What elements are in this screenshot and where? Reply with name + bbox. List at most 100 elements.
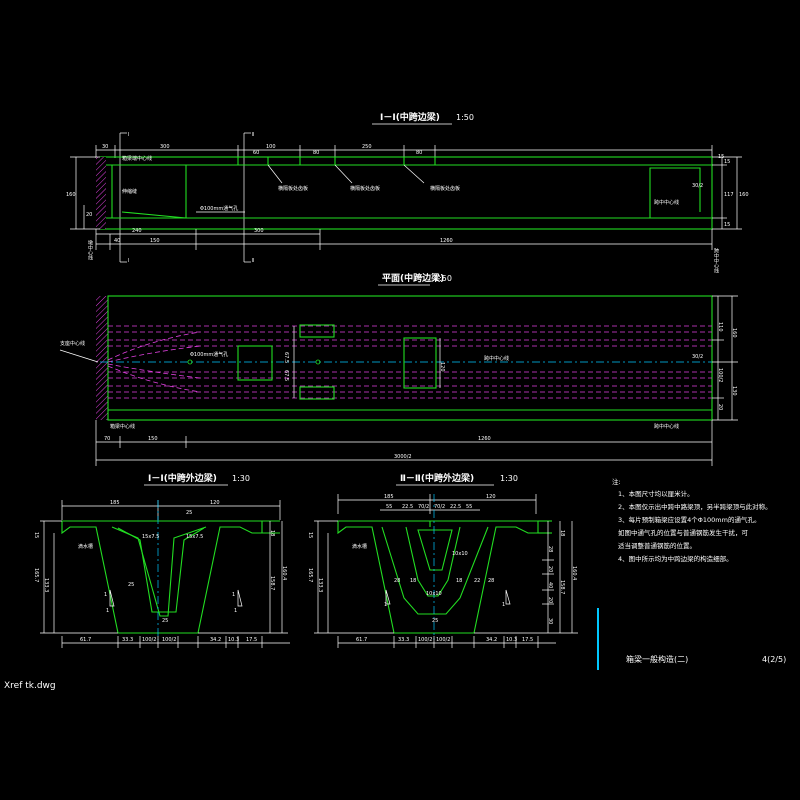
sec2-bottom-dim-0: 61.7 [356,637,367,643]
note-item-5: 适当调整普通钢筋的位置。 [618,541,696,550]
sec2-right-dim-1: 158.7 [559,580,565,594]
sec2-top-dim-1: 120 [486,494,496,500]
sec2-right-dim-0: 18 [559,530,565,536]
elevation-beam-outline [99,156,713,230]
plan-label-center: 跨中中心线 [484,355,509,362]
sec2-top-dim-5: 70/2 [434,504,445,510]
plan-label-end-left: 箱梁中心线 [110,423,135,430]
elevation-view: Ⅰ－Ⅰ(中跨边梁) 1:50 30 300 100 60 80 250 80 1… [66,111,749,273]
sec1-right-dim-1: 158.7 [269,576,275,590]
note-item-3: 3、每片预制箱梁应设置4个Φ100mm的通气孔。 [618,515,760,524]
plan-bottom-dim-2: 1260 [478,436,491,442]
section1-scale: 1:30 [232,474,250,483]
plan-end-hatch [96,296,108,420]
elevation-title: Ⅰ－Ⅰ(中跨边梁) [380,111,440,123]
sec1-top-dim-1: 120 [210,500,220,506]
sec1-right-dim-2: 160.4 [281,566,287,580]
sec2-label-haunch2: 10x10 [426,591,442,597]
elev-label-plate2: 横隔板处齿板 [350,185,380,192]
section-mark-4: Ⅱ [252,258,254,264]
sec1-top-dim-0: 185 [110,500,120,506]
sec1-label-web: 25 [128,582,134,588]
elev-right-dim-1: 117 [724,192,734,198]
elev-right-dim-2: 15 [724,222,730,228]
plan-bottom-dim-1: 150 [148,436,158,442]
elevation-leaders: 横隔板处齿板 横隔板处齿板 横隔板处齿板 Φ100mm通气孔 箱梁端中心线 伸缩… [122,155,703,213]
sec1-left-dim-2: 133.3 [43,578,49,592]
sec2-label-w4: 22 [474,578,480,584]
sec1-label-haunch-l: 15x7.5 [142,534,159,540]
note-item-1: 1、本图尺寸均以厘米计。 [618,489,694,498]
sec1-left-dim-1: 165.7 [33,568,39,582]
plan-label-ratio: 30/2 [692,354,703,360]
sec2-top-dim-2: 55 [386,504,392,510]
sec2-label-w5: 18 [456,578,462,584]
elev-dim-4: 80 [313,150,319,156]
elev-bottom-dim-2: 150 [150,238,160,244]
note-item-2: 2、本图仅示出中跨中路梁顶，另半跨梁顶与此对称。 [618,502,772,511]
sec2-right-dim-7: 30 [547,618,553,624]
sec2-right-dim-4: 20 [547,566,553,572]
sec1-label-drip: 滴水槽 [78,543,93,550]
elev-bottom-dim-1: 240 [132,228,142,234]
sec1-bottom-dim-4: 34.2 [210,637,221,643]
sec2-mark-1: 1 [384,602,387,608]
plan-inner-dim-0: 67.5 [283,352,289,363]
elev-label-ratio: 30/2 [692,183,703,189]
drawing-canvas: Ⅰ－Ⅰ(中跨边梁) 1:50 30 300 100 60 80 250 80 1… [4,111,786,691]
sec2-left-dim-0: 15 [307,532,313,538]
elev-label-left-b: 伸缩缝 [122,188,137,195]
plan-outline [107,295,713,421]
elev-label-right-a: 跨中中心线 [654,199,679,206]
plan-inner-dim-2: 120 [439,362,445,372]
plan-right-dim-4: 130 [731,386,737,396]
elev-dim-5: 250 [362,144,372,150]
sheet-number: 4(2/5) [762,655,786,664]
elev-bottom-dim-3: 300 [254,228,264,234]
sec2-left-dim-2: 133.3 [317,578,323,592]
elev-label-left-a: 箱梁端中心线 [122,155,152,162]
plan-scale: 1:50 [434,274,452,283]
sec2-top-dim-4: 70/2 [418,504,429,510]
plan-bottom-dimensions: 70 150 1260 3000/2 [95,420,713,466]
notes-block: 注: 1、本图尺寸均以厘米计。 2、本图仅示出中跨中路梁顶，另半跨梁顶与此对称。… [612,477,772,563]
sec1-mark-2: 1 [232,592,235,598]
elev-label-plate3: 横隔板处齿板 [430,185,460,192]
sec1-label-haunch-r: 15x7.5 [186,534,203,540]
sec1-top-dim-2: 25 [186,510,192,516]
elev-left-dim-0: 160 [66,192,76,198]
elev-bottom-dim-0: 40 [114,238,120,244]
section2-outline [337,520,539,634]
plan-right-dimensions: 110 160 100/2 20 130 [712,295,738,421]
plan-right-dim-1: 160 [731,328,737,338]
elev-dim-6: 80 [416,150,422,156]
sec2-label-haunch: 10x10 [452,551,468,557]
elev-bottom-dim-4: 1260 [440,238,453,244]
sec2-top-dim-7: 55 [466,504,472,510]
drawing-title: 箱梁一般构造(二) [626,654,688,664]
elev-left-dim-1: 20 [86,212,92,218]
sec2-label-w3: 28 [488,578,494,584]
note-item-6: 4、图中所示均为中跨边梁的构造细部。 [618,554,733,563]
sec1-bottom-dim-5: 10.3 [228,637,239,643]
sec2-bottom-dim-6: 17.5 [522,637,533,643]
sec1-bottom-dim-0: 61.7 [80,637,91,643]
elevation-top-dimensions: 30 300 100 60 80 250 80 15 [95,144,724,160]
section-mark-1: Ⅰ [128,132,129,138]
file-label: Xref tk.dwg [4,681,56,691]
section1-title: Ⅰ－Ⅰ(中跨外边梁) [148,472,217,484]
section2-scale: 1:30 [500,474,518,483]
section-1: Ⅰ－Ⅰ(中跨外边梁) 1:30 185 120 25 滴水槽 15x7.5 15… [33,472,290,648]
elev-dim-1: 300 [160,144,170,150]
elevation-scale: 1:50 [456,113,474,122]
sec2-right-dim-5: 40 [547,582,553,588]
plan-right-dim-2: 100/2 [717,368,723,382]
section-mark-3: Ⅰ [128,258,129,264]
notes-heading: 注: [612,477,621,486]
elevation-right-dimensions: 15 117 15 160 [712,156,749,230]
sec2-bottom-dim-5: 10.3 [506,637,517,643]
plan-label-end-right: 跨中中心线 [654,423,679,430]
elev-dim-2: 100 [266,144,276,150]
sec2-right-dim-6: 20 [547,597,553,603]
sec1-bottom-dim-3: 100/2 [162,637,176,643]
